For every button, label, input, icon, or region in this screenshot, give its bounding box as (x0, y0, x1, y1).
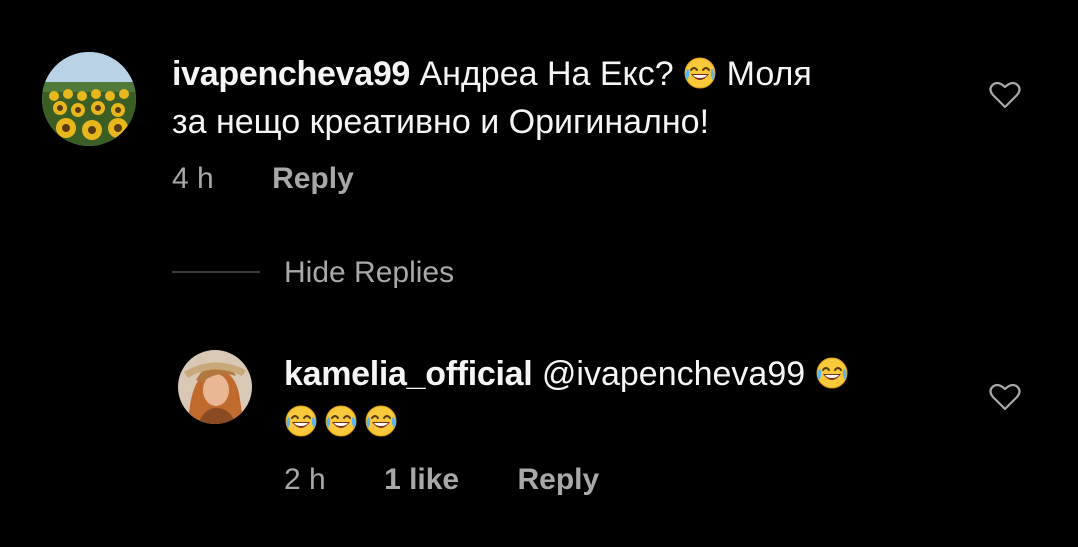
face-with-tears-of-joy-icon (364, 404, 398, 438)
face-with-tears-of-joy-icon (284, 404, 318, 438)
comment-timestamp: 4 h (172, 162, 214, 195)
heart-icon[interactable] (989, 383, 1021, 411)
face-with-tears-of-joy-icon (683, 56, 717, 90)
reply-button[interactable]: Reply (272, 162, 354, 195)
face-with-tears-of-joy-icon (324, 404, 358, 438)
reply-username[interactable]: kamelia_official (284, 355, 533, 393)
reply-button[interactable]: Reply (517, 463, 599, 496)
sunflower-field-photo (42, 52, 136, 146)
comment-meta: 4 h Reply (172, 162, 354, 196)
profile-photo (178, 350, 252, 424)
reply-timestamp: 2 h (284, 463, 326, 496)
comment-body: ivapencheva99 Андреа На Екс? Моля за нещ… (172, 50, 952, 146)
comment-text: за нещо креативно и Оригинално! (172, 103, 710, 141)
avatar[interactable] (42, 52, 136, 146)
mention-link[interactable]: @ivapencheva99 (542, 355, 805, 393)
heart-icon[interactable] (989, 81, 1021, 109)
likes-count[interactable]: 1 like (384, 463, 459, 496)
reply-body: kamelia_official @ivapencheva99 (284, 350, 944, 446)
reply-meta: 2 h 1 like Reply (284, 463, 599, 497)
comment-text: Моля (726, 55, 812, 93)
comment-text: Андреа На Екс? (419, 55, 674, 93)
comment-username[interactable]: ivapencheva99 (172, 55, 410, 93)
hide-replies-button[interactable]: Hide Replies (284, 256, 454, 290)
replies-divider (172, 271, 260, 273)
avatar[interactable] (178, 350, 252, 424)
face-with-tears-of-joy-icon (815, 356, 849, 390)
